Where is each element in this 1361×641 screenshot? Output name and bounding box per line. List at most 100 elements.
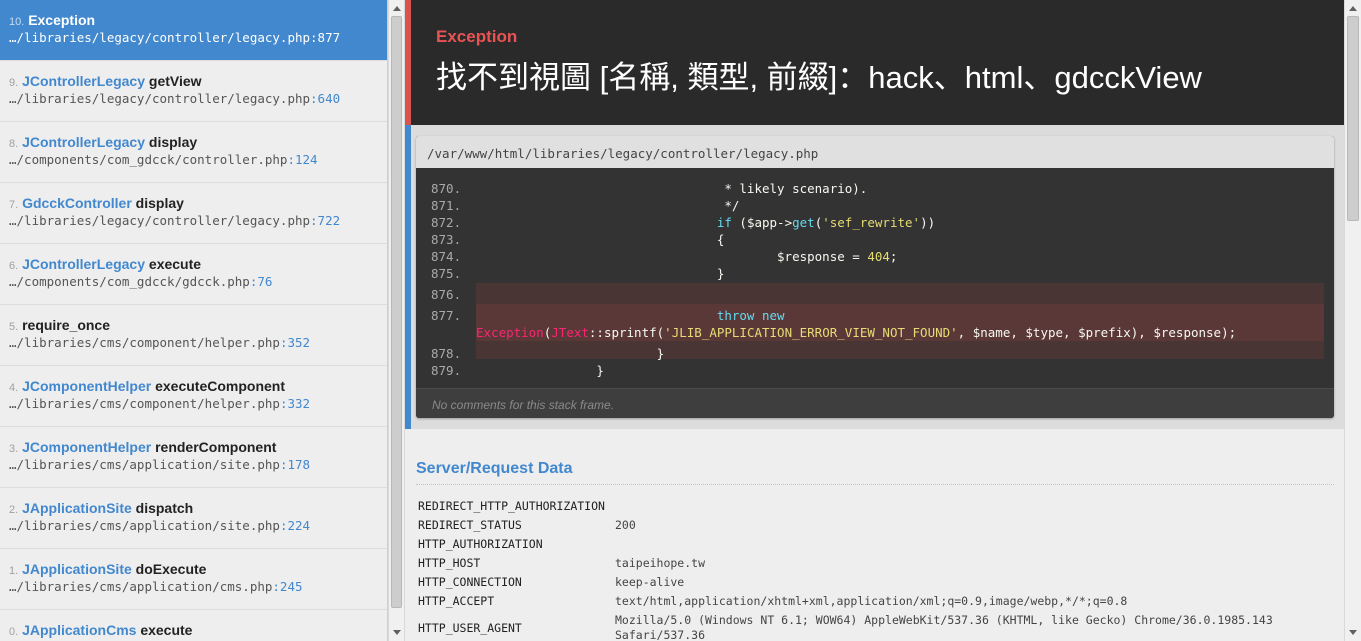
stack-frame-item[interactable]: 6. JControllerLegacy execute …/components… xyxy=(0,244,387,305)
frame-function: Exception xyxy=(28,12,96,28)
code-token: ::sprintf( xyxy=(588,325,665,340)
code-token: Exception xyxy=(476,325,544,340)
stack-frame-item[interactable]: 5. require_once …/libraries/cms/component… xyxy=(0,305,387,366)
frame-file: …/libraries/legacy/controller/legacy.php… xyxy=(9,30,377,46)
code-lines: 870. * likely scenario). 871. */872. if (… xyxy=(416,180,1334,386)
scroll-down-arrow-icon[interactable] xyxy=(393,630,401,635)
frame-file: …/libraries/cms/application/site.php:224 xyxy=(9,518,377,534)
frame-file: …/libraries/legacy/controller/legacy.php… xyxy=(9,213,377,229)
frame-index: 3. xyxy=(9,443,19,455)
frame-class: JApplicationCms xyxy=(22,622,137,638)
frame-class: JComponentHelper xyxy=(22,439,152,455)
server-data-value: Mozilla/5.0 (Windows NT 6.1; WOW64) Appl… xyxy=(615,613,1273,641)
frame-function: doExecute xyxy=(135,561,207,577)
frame-line-number: :76 xyxy=(249,274,273,289)
frame-index: 9. xyxy=(9,77,19,89)
code-token: * likely scenario). xyxy=(476,181,868,196)
frame-function: display xyxy=(148,134,198,150)
code-token: )) xyxy=(920,215,936,230)
frame-class: JControllerLegacy xyxy=(22,134,146,150)
code-token: ($app-> xyxy=(731,215,793,230)
server-data-key: HTTP_AUTHORIZATION xyxy=(418,537,543,551)
frame-index: 10. xyxy=(9,16,25,28)
stack-frame-item[interactable]: 1. JApplicationSite doExecute …/libraries… xyxy=(0,549,387,610)
frame-file: …/components/com_gdcck/gdcck.php:76 xyxy=(9,274,377,290)
code-token: new xyxy=(762,308,785,323)
frame-function: getView xyxy=(148,73,202,89)
frame-title: 2. JApplicationSite dispatch xyxy=(9,500,377,518)
frame-index: 0. xyxy=(9,626,19,638)
frame-title: 4. JComponentHelper executeComponent xyxy=(9,378,377,396)
frame-file-path: …/libraries/legacy/controller/legacy.php xyxy=(9,30,311,45)
code-line: 870. * likely scenario). xyxy=(416,180,1334,197)
server-data-value: keep-alive xyxy=(615,575,685,589)
frame-line-number: :352 xyxy=(279,335,311,350)
exception-class-label: Exception xyxy=(436,27,518,46)
frame-function: renderComponent xyxy=(155,439,277,455)
frame-index: 5. xyxy=(9,321,19,333)
scroll-down-arrow-icon[interactable] xyxy=(1349,630,1357,635)
code-text: * likely scenario). xyxy=(476,180,867,197)
frame-line-number: :332 xyxy=(279,396,311,411)
frame-title: 3. JComponentHelper renderComponent xyxy=(9,439,377,457)
frame-file: …/libraries/cms/component/helper.php:352 xyxy=(9,335,377,351)
code-text: if ($app->get('sef_rewrite')) xyxy=(476,214,935,231)
server-data-key: HTTP_CONNECTION xyxy=(418,575,522,589)
stack-frame-item[interactable]: 0. JApplicationCms execute xyxy=(0,610,387,641)
code-line: 873. { xyxy=(416,231,1334,248)
code-file-path[interactable]: /var/www/html/libraries/legacy/controlle… xyxy=(416,136,1334,168)
frame-class: JControllerLegacy xyxy=(22,73,146,89)
code-text: */ xyxy=(476,197,739,214)
stack-frame-item[interactable]: 3. JComponentHelper renderComponent …/lib… xyxy=(0,427,387,488)
frame-file-path: …/libraries/cms/component/helper.php xyxy=(9,396,280,411)
frame-line-number: :877 xyxy=(310,30,341,45)
frame-file: …/components/com_gdcck/controller.php:12… xyxy=(9,152,377,168)
code-line: 879. } xyxy=(416,362,1334,379)
code-token: if xyxy=(716,215,732,230)
frame-function: display xyxy=(135,195,184,211)
stack-frame-item[interactable]: 4. JComponentHelper executeComponent …/li… xyxy=(0,366,387,427)
frame-title: 7. GdcckController display xyxy=(9,195,377,213)
frame-title: 6. JControllerLegacy execute xyxy=(9,256,377,274)
code-token: $response = xyxy=(476,249,868,264)
code-line-wrap: Exception(JText::sprintf('JLIB_APPLICATI… xyxy=(416,324,1334,341)
frame-function: execute xyxy=(140,622,193,638)
page-scrollbar[interactable] xyxy=(1344,0,1361,641)
frame-file-path: …/libraries/legacy/controller/legacy.php xyxy=(9,213,311,228)
server-data-key: REDIRECT_HTTP_AUTHORIZATION xyxy=(418,499,605,513)
frame-comments: No comments for this stack frame. xyxy=(416,388,1334,418)
code-line: 871. */ xyxy=(416,197,1334,214)
code-token: throw xyxy=(716,308,755,323)
frame-class: JControllerLegacy xyxy=(22,256,146,272)
frame-file-path: …/libraries/legacy/controller/legacy.php xyxy=(9,91,311,106)
frame-file: …/libraries/cms/application/cms.php:245 xyxy=(9,579,377,595)
code-line-number: 878. xyxy=(431,346,462,361)
code-text: } xyxy=(476,265,725,282)
code-line-number: 879. xyxy=(431,363,462,378)
code-text: throw new xyxy=(476,307,785,324)
stack-frame-item[interactable]: 8. JControllerLegacy display …/components… xyxy=(0,122,387,183)
frame-class: JApplicationSite xyxy=(22,561,132,577)
frame-file: …/libraries/cms/application/site.php:178 xyxy=(9,457,377,473)
code-line: 876. xyxy=(416,286,1334,303)
stack-frame-item[interactable]: 10. Exception …/libraries/legacy/controll… xyxy=(0,0,387,61)
frame-index: 8. xyxy=(9,138,19,150)
scrollbar-thumb[interactable] xyxy=(1347,16,1359,221)
scrollbar-thumb[interactable] xyxy=(391,16,402,608)
code-text: $response = 404; xyxy=(476,248,897,265)
stack-frame-item[interactable]: 9. JControllerLegacy getView …/libraries/… xyxy=(0,61,387,122)
code-line: 877. throw new xyxy=(416,307,1334,324)
frame-file-path: …/libraries/cms/application/cms.php xyxy=(9,579,273,594)
frame-file-path: …/components/com_gdcck/controller.php xyxy=(9,152,288,167)
code-text: } xyxy=(476,362,604,379)
stack-frames-panel: 10. Exception …/libraries/legacy/controll… xyxy=(0,0,388,641)
frames-scrollbar[interactable] xyxy=(388,0,405,641)
scroll-up-arrow-icon[interactable] xyxy=(393,6,401,11)
frame-index: 6. xyxy=(9,260,19,272)
stack-frame-item[interactable]: 7. GdcckController display …/libraries/le… xyxy=(0,183,387,244)
code-line-number: 871. xyxy=(431,198,462,213)
server-data-value: text/html,application/xhtml+xml,applicat… xyxy=(615,594,1128,608)
scroll-up-arrow-icon[interactable] xyxy=(1349,6,1357,11)
main-panel: Exception 找不到視圖 [名稱, 類型, 前綴]：hack、html、g… xyxy=(405,0,1344,641)
stack-frame-item[interactable]: 2. JApplicationSite dispatch …/libraries/… xyxy=(0,488,387,549)
